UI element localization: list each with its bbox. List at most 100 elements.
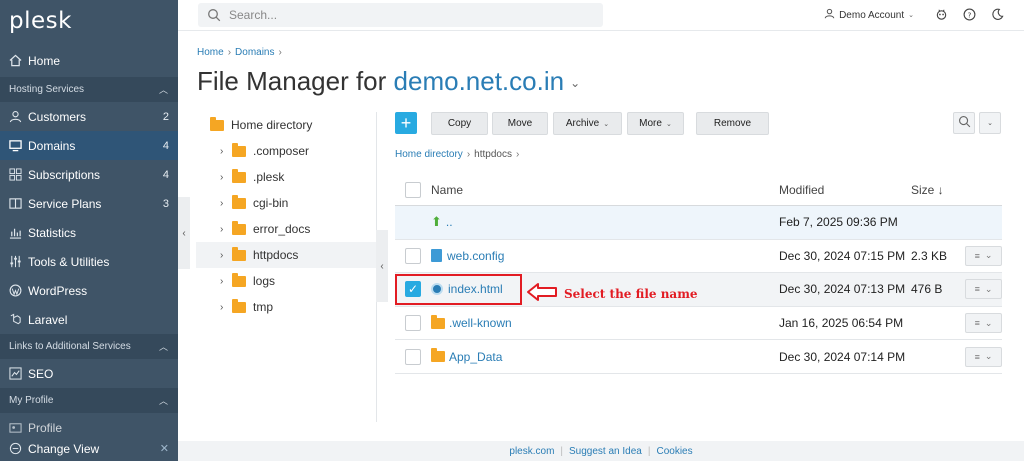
folder-link[interactable]: .well-known <box>449 316 512 330</box>
file-icon <box>431 249 442 263</box>
help-icon[interactable]: ? <box>962 7 976 21</box>
chevron-right-icon[interactable]: › <box>220 146 230 157</box>
domain-selector[interactable]: demo.net.co.in <box>394 66 565 96</box>
folder-icon <box>232 142 246 157</box>
sidebar-item-service-plans[interactable]: Service Plans 3 <box>0 189 178 218</box>
folder-icon <box>232 298 246 313</box>
chevron-right-icon[interactable]: › <box>220 224 230 235</box>
move-button[interactable]: Move <box>492 112 548 135</box>
table-row[interactable]: .well-known Jan 16, 2025 06:54 PM ≡ ⌄ <box>395 307 1002 341</box>
archive-button[interactable]: Archive ⌄ <box>553 112 622 135</box>
path-home-directory[interactable]: Home directory <box>395 149 463 160</box>
sidebar-item-tools-utilities[interactable]: Tools & Utilities <box>0 247 178 276</box>
close-icon[interactable]: ✕ <box>160 442 169 455</box>
tree-item[interactable]: › logs <box>196 268 376 294</box>
account-menu[interactable]: Demo Account ⌄ <box>824 8 914 22</box>
copy-button[interactable]: Copy <box>431 112 488 135</box>
tree-item[interactable]: › cgi-bin <box>196 190 376 216</box>
breadcrumb-domains[interactable]: Domains <box>235 47 274 58</box>
column-modified[interactable]: Modified <box>779 183 911 197</box>
remove-button[interactable]: Remove <box>696 112 769 135</box>
tree-item-selected[interactable]: › httpdocs <box>196 242 376 268</box>
sidebar-item-subscriptions[interactable]: Subscriptions 4 <box>0 160 178 189</box>
sidebar-item-wordpress[interactable]: WordPress <box>0 276 178 305</box>
section-hosting-services[interactable]: Hosting Services ︿ <box>0 77 178 102</box>
section-my-profile[interactable]: My Profile ︿ <box>0 388 178 413</box>
breadcrumb: Home › Domains › <box>197 47 286 58</box>
row-actions-button[interactable]: ≡ ⌄ <box>965 279 1002 300</box>
sidebar-item-domains[interactable]: Domains 4 <box>0 131 178 160</box>
chevron-up-icon: ︿ <box>158 342 168 352</box>
breadcrumb-home[interactable]: Home <box>197 47 224 58</box>
chevron-down-icon: ⌄ <box>603 120 610 128</box>
chevron-down-icon: ⌄ <box>984 317 993 328</box>
folder-icon <box>232 168 246 183</box>
tree-item[interactable]: › error_docs <box>196 216 376 242</box>
file-link[interactable]: index.html <box>448 282 503 296</box>
column-name[interactable]: Name <box>431 183 779 197</box>
chevron-right-icon[interactable]: › <box>220 198 230 209</box>
sidebar-collapse-handle[interactable]: ‹ <box>178 197 190 269</box>
footer-link-cookies[interactable]: Cookies <box>656 446 692 457</box>
tree-item[interactable]: › .plesk <box>196 164 376 190</box>
row-actions-button[interactable]: ≡ ⌄ <box>965 346 1002 367</box>
file-link[interactable]: web.config <box>447 249 504 263</box>
folder-link[interactable]: App_Data <box>449 350 502 364</box>
grid-icon <box>8 168 22 182</box>
chevron-right-icon[interactable]: › <box>220 172 230 183</box>
tree-item-home-directory[interactable]: Home directory <box>196 112 376 138</box>
row-checkbox[interactable] <box>405 348 421 365</box>
sliders-icon <box>8 255 22 269</box>
home-icon <box>8 54 22 68</box>
chevron-right-icon: › <box>278 47 282 58</box>
more-button[interactable]: More ⌄ <box>627 112 684 135</box>
bug-icon[interactable] <box>934 7 948 21</box>
column-size[interactable]: Size ↓ <box>911 183 959 197</box>
table-row-parent[interactable]: ⬆.. Feb 7, 2025 09:36 PM <box>395 206 1002 240</box>
sidebar-item-customers[interactable]: Customers 2 <box>0 102 178 131</box>
menu-icon: ≡ <box>974 318 980 329</box>
table-row[interactable]: App_Data Dec 30, 2024 07:14 PM ≡ ⌄ <box>395 340 1002 374</box>
user-icon <box>8 110 22 124</box>
plesk-logo[interactable]: plesk <box>0 0 178 42</box>
footer-link-suggest[interactable]: Suggest an Idea <box>569 446 642 457</box>
row-checkbox[interactable] <box>405 247 421 264</box>
sidebar: plesk Home Hosting Services ︿ Customers … <box>0 0 178 461</box>
tree-item[interactable]: › .composer <box>196 138 376 164</box>
section-links-additional-services[interactable]: Links to Additional Services ︿ <box>0 334 178 359</box>
path-breadcrumb: Home directory › httpdocs › <box>395 149 523 160</box>
sidebar-item-laravel[interactable]: Laravel <box>0 305 178 334</box>
row-checkbox[interactable] <box>405 315 421 332</box>
sidebar-item-home[interactable]: Home <box>0 46 178 75</box>
folder-icon <box>210 116 224 131</box>
chevron-right-icon[interactable]: › <box>220 250 230 261</box>
menu-icon: ≡ <box>974 351 980 362</box>
sidebar-item-statistics[interactable]: Statistics <box>0 218 178 247</box>
add-button[interactable]: + <box>395 112 417 134</box>
chevron-right-icon[interactable]: › <box>220 302 230 313</box>
table-row[interactable]: web.config Dec 30, 2024 07:15 PM 2.3 KB … <box>395 240 1002 274</box>
trend-chart-icon <box>8 367 22 381</box>
footer-link-plesk[interactable]: plesk.com <box>509 446 554 457</box>
tree-item[interactable]: › tmp <box>196 294 376 320</box>
chevron-down-icon: ⌄ <box>984 250 993 261</box>
moon-icon[interactable] <box>990 7 1004 21</box>
chevron-down-icon: ⌄ <box>984 283 993 294</box>
row-actions-button[interactable]: ≡ ⌄ <box>965 313 1002 334</box>
search-button[interactable] <box>953 112 975 134</box>
sidebar-item-seo[interactable]: SEO <box>0 359 178 388</box>
row-checkbox-checked[interactable]: ✓ <box>405 281 421 298</box>
search-options-button[interactable]: ⌄ <box>979 112 1001 134</box>
chevron-left-icon: ‹ <box>182 227 186 239</box>
search-input[interactable]: Search... <box>198 3 603 27</box>
table-row-selected[interactable]: ✓ index.html Dec 30, 2024 07:13 PM 476 B… <box>395 273 1002 307</box>
chevron-down-icon[interactable]: ⌄ <box>570 76 580 90</box>
wordpress-icon <box>8 284 22 298</box>
sidebar-item-profile[interactable]: Profile <box>0 413 178 442</box>
row-actions-button[interactable]: ≡ ⌄ <box>965 245 1002 266</box>
annotation-callout: Select the file name <box>526 282 698 305</box>
chevron-right-icon[interactable]: › <box>220 276 230 287</box>
select-all-checkbox[interactable] <box>405 181 421 198</box>
tree-collapse-handle[interactable]: ‹ <box>376 230 388 302</box>
path-current: httpdocs <box>474 149 512 160</box>
